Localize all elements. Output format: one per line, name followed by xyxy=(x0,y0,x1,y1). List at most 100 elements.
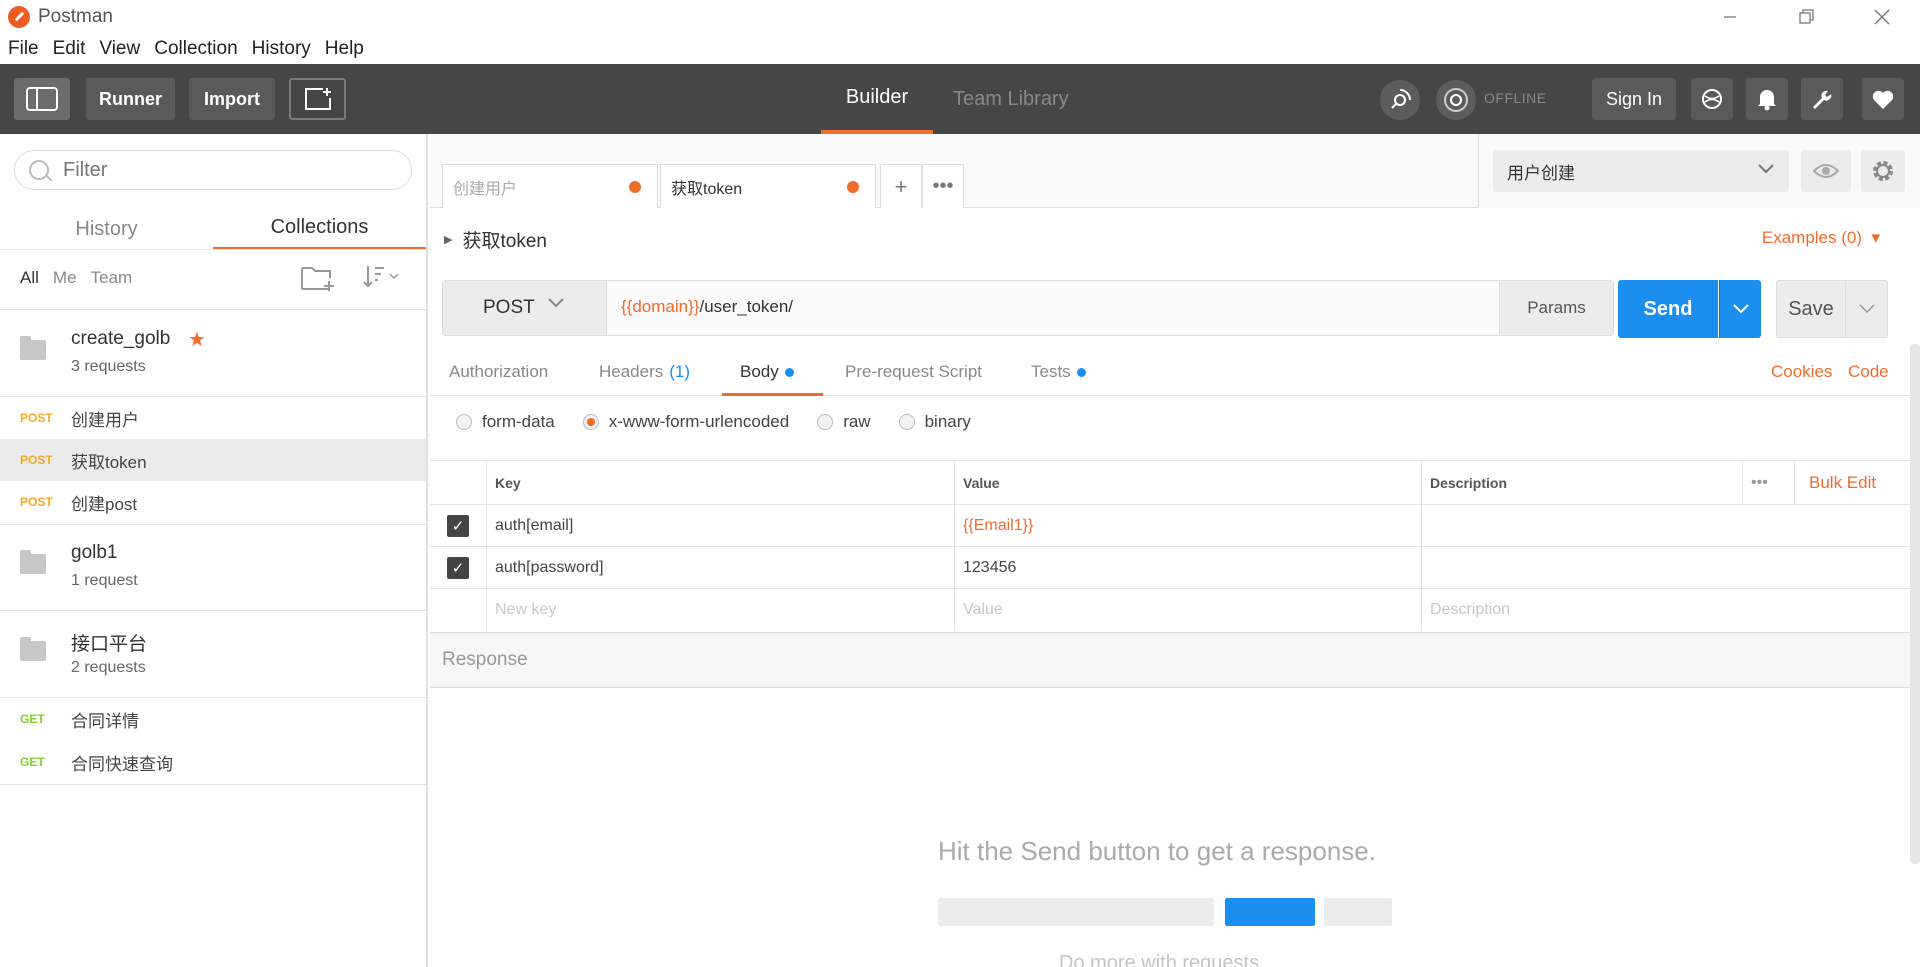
notifications-button[interactable] xyxy=(1746,78,1788,120)
tab-collections[interactable]: Collections xyxy=(213,208,426,250)
interceptor-icon[interactable] xyxy=(1380,80,1420,120)
close-button[interactable] xyxy=(1844,0,1920,34)
menu-history[interactable]: History xyxy=(252,38,311,60)
request-title[interactable]: ▶ 获取token xyxy=(444,226,547,253)
radio-form-data[interactable] xyxy=(456,414,472,430)
filter-input[interactable] xyxy=(63,158,363,182)
expand-triangle-icon[interactable]: ▶ xyxy=(444,233,452,246)
filter-me[interactable]: Me xyxy=(53,268,77,288)
runner-button[interactable]: Runner xyxy=(86,78,175,120)
request-name: 创建post xyxy=(71,494,138,514)
scrollbar[interactable] xyxy=(1910,344,1920,864)
menu-collection[interactable]: Collection xyxy=(154,38,237,60)
heart-button[interactable] xyxy=(1862,78,1904,120)
settings-button[interactable] xyxy=(1801,78,1843,120)
request-item[interactable]: GET 合同详情 xyxy=(0,698,426,740)
send-options-button[interactable] xyxy=(1719,280,1761,338)
empty-response-message: Hit the Send button to get a response. xyxy=(938,836,1376,866)
search-icon xyxy=(29,160,49,180)
filter-field[interactable] xyxy=(14,150,412,190)
url-path: /user_token/ xyxy=(699,297,794,316)
save-options-button[interactable] xyxy=(1846,280,1888,338)
collection-api-platform[interactable]: 接口平台 2 requests xyxy=(0,611,426,697)
request-item[interactable]: POST 创建post xyxy=(0,481,426,523)
table-row: ✓ auth[password] 123456 xyxy=(430,546,1920,588)
collection-name: 接口平台 xyxy=(71,634,148,655)
radio-raw[interactable] xyxy=(817,414,834,430)
url-bar: POST {{domain}}/user_token/ Params xyxy=(442,280,1614,336)
menu-edit[interactable]: Edit xyxy=(53,38,86,60)
sync-status-icon[interactable] xyxy=(1436,80,1476,120)
more-options-icon[interactable]: ••• xyxy=(1742,461,1794,504)
environment-quick-look-button[interactable] xyxy=(1801,150,1851,192)
tab-builder[interactable]: Builder xyxy=(821,64,933,134)
params-button[interactable]: Params xyxy=(1499,281,1613,335)
manage-environments-button[interactable] xyxy=(1861,150,1905,192)
value-cell[interactable]: {{Email1}} xyxy=(954,505,1421,546)
table-row-new: New key Value Description xyxy=(430,588,1920,630)
environment-select[interactable]: 用户创建 xyxy=(1493,150,1789,192)
cookies-link[interactable]: Cookies xyxy=(1771,362,1832,382)
save-button[interactable]: Save xyxy=(1776,280,1846,338)
tab-body[interactable]: Body xyxy=(722,356,823,396)
tab-authorization[interactable]: Authorization xyxy=(449,356,548,396)
column-header-value: Value xyxy=(954,461,1421,504)
method-select[interactable]: POST xyxy=(443,281,607,335)
minimize-button[interactable] xyxy=(1692,0,1768,34)
examples-dropdown[interactable]: Examples (0) ▾ xyxy=(1762,228,1880,248)
request-name: 合同快速查询 xyxy=(71,754,173,774)
request-item[interactable]: POST 创建用户 xyxy=(0,397,426,439)
description-cell[interactable] xyxy=(1421,547,1920,588)
filter-all[interactable]: All xyxy=(20,268,39,288)
request-item[interactable]: POST 获取token xyxy=(0,439,426,481)
collection-golb1[interactable]: golb1 1 request xyxy=(0,524,426,610)
radio-binary[interactable] xyxy=(898,414,915,430)
request-item[interactable]: GET 合同快速查询 xyxy=(0,741,426,783)
menu-file[interactable]: File xyxy=(8,38,39,60)
sort-button[interactable] xyxy=(360,262,404,292)
more-tabs-button[interactable]: ••• xyxy=(922,164,964,208)
toolbar: Runner Import Builder Team Library OFFLI… xyxy=(0,64,1920,134)
tab-pre-request-script[interactable]: Pre-request Script xyxy=(845,356,982,396)
tab-history[interactable]: History xyxy=(0,208,213,250)
bulk-edit-link[interactable]: Bulk Edit xyxy=(1794,461,1920,504)
new-value-input[interactable]: Value xyxy=(954,589,1421,630)
description-cell[interactable] xyxy=(1421,505,1920,546)
menu-help[interactable]: Help xyxy=(325,38,364,60)
method-badge: GET xyxy=(20,755,45,769)
new-key-input[interactable]: New key xyxy=(486,589,954,630)
toggle-sidebar-button[interactable] xyxy=(14,78,70,120)
new-tab-button[interactable] xyxy=(289,78,346,120)
request-tab-active[interactable]: 获取token xyxy=(660,164,876,208)
collection-create-golb[interactable]: create_golb ★ 3 requests xyxy=(0,310,426,396)
row-checkbox[interactable]: ✓ xyxy=(447,514,469,537)
capture-requests-button[interactable] xyxy=(1691,78,1733,120)
key-cell[interactable]: auth[email] xyxy=(486,505,954,546)
code-link[interactable]: Code xyxy=(1848,362,1889,382)
import-button[interactable]: Import xyxy=(189,78,275,120)
sign-in-button[interactable]: Sign In xyxy=(1592,78,1676,120)
new-description-input[interactable]: Description xyxy=(1421,589,1920,630)
key-cell[interactable]: auth[password] xyxy=(486,547,954,588)
send-button[interactable]: Send xyxy=(1618,280,1718,338)
menu-view[interactable]: View xyxy=(99,38,140,60)
tab-tests[interactable]: Tests xyxy=(1031,356,1086,396)
value-cell[interactable]: 123456 xyxy=(954,547,1421,588)
tab-headers[interactable]: Headers (1) xyxy=(599,356,690,396)
radio-urlencoded[interactable] xyxy=(582,414,599,430)
new-collection-button[interactable] xyxy=(300,264,336,292)
row-checkbox[interactable]: ✓ xyxy=(447,556,469,579)
restore-button[interactable] xyxy=(1768,0,1844,34)
filter-team[interactable]: Team xyxy=(91,268,133,288)
sort-icon xyxy=(363,266,399,288)
star-icon[interactable]: ★ xyxy=(188,327,206,352)
add-tab-button[interactable]: + xyxy=(880,164,922,208)
collection-count: 2 requests xyxy=(71,659,146,676)
headers-count: (1) xyxy=(669,362,691,381)
request-tab[interactable]: 创建用户 xyxy=(442,164,658,208)
url-input[interactable]: {{domain}}/user_token/ xyxy=(621,297,793,317)
method-badge: POST xyxy=(20,495,53,509)
radio-label: raw xyxy=(843,412,871,431)
tab-team-library[interactable]: Team Library xyxy=(953,64,1069,134)
url-variable: {{domain}} xyxy=(621,297,700,316)
